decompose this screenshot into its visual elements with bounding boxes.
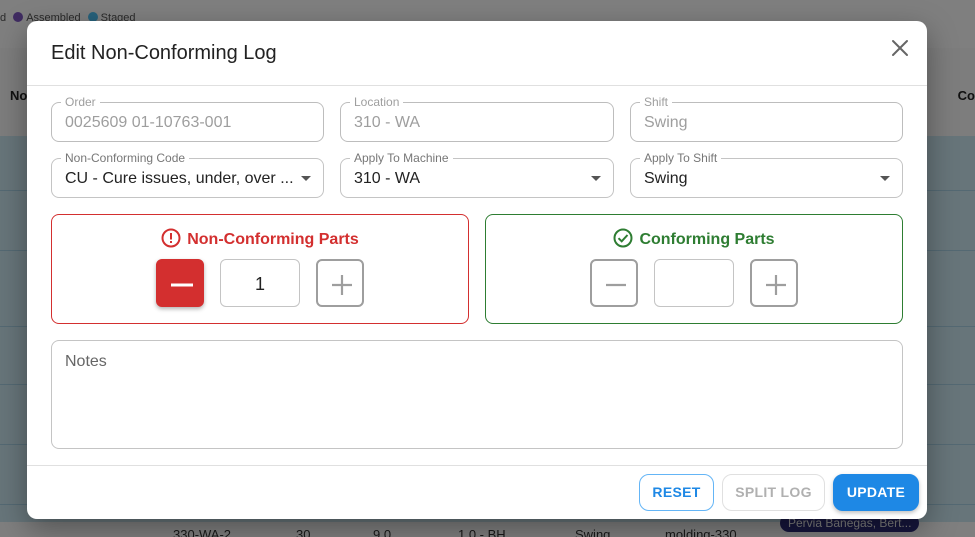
- apply-to-machine-select[interactable]: Apply To Machine 310 - WA: [340, 151, 614, 198]
- plus-icon: [766, 275, 786, 295]
- non-conforming-parts-heading: Non-Conforming Parts: [52, 228, 468, 249]
- minus-icon: [171, 283, 193, 287]
- order-field: Order 0025609 01-10763-001: [51, 95, 324, 142]
- apply-machine-label: Apply To Machine: [350, 151, 453, 165]
- nc-count-input[interactable]: 1: [220, 259, 300, 307]
- shift-label: Shift: [640, 95, 673, 109]
- reset-button[interactable]: RESET: [639, 474, 714, 511]
- c-count-input[interactable]: [654, 259, 734, 307]
- nc-decrement-button[interactable]: [156, 259, 204, 307]
- apply-shift-label: Apply To Shift: [640, 151, 722, 165]
- nc-increment-button[interactable]: [316, 259, 364, 307]
- nc-code-label: Non-Conforming Code: [61, 151, 190, 165]
- order-value: 0025609 01-10763-001: [65, 114, 232, 131]
- order-label: Order: [61, 95, 100, 109]
- update-button[interactable]: UPDATE: [833, 474, 919, 511]
- check-circle-icon: [613, 228, 633, 248]
- chevron-down-icon: [591, 176, 601, 181]
- plus-icon: [332, 275, 352, 295]
- non-conforming-code-select[interactable]: Non-Conforming Code CU - Cure issues, un…: [51, 151, 324, 198]
- apply-shift-value: Swing: [644, 170, 688, 187]
- location-label: Location: [350, 95, 404, 109]
- shift-value: Swing: [644, 114, 688, 131]
- alert-circle-icon: [161, 228, 181, 248]
- header-divider: [27, 85, 927, 86]
- apply-to-shift-select[interactable]: Apply To Shift Swing: [630, 151, 903, 198]
- minus-icon: [606, 283, 626, 287]
- conforming-title: Conforming Parts: [639, 231, 775, 248]
- c-decrement-button[interactable]: [590, 259, 638, 307]
- notes-textarea[interactable]: Notes: [51, 340, 903, 449]
- footer-divider: [27, 465, 927, 466]
- edit-non-conforming-dialog: Edit Non-Conforming Log Order 0025609 01…: [27, 21, 927, 519]
- c-increment-button[interactable]: [750, 259, 798, 307]
- notes-placeholder: Notes: [65, 353, 107, 370]
- chevron-down-icon: [880, 176, 890, 181]
- shift-field: Shift Swing: [630, 95, 903, 142]
- non-conforming-parts-panel: Non-Conforming Parts 1: [51, 214, 469, 324]
- apply-machine-value: 310 - WA: [354, 170, 421, 187]
- nc-code-value: CU - Cure issues, under, over ...: [65, 170, 293, 187]
- location-field: Location 310 - WA: [340, 95, 614, 142]
- conforming-parts-panel: Conforming Parts: [485, 214, 903, 324]
- conforming-parts-heading: Conforming Parts: [486, 228, 902, 249]
- split-log-button[interactable]: SPLIT LOG: [722, 474, 825, 511]
- non-conforming-title: Non-Conforming Parts: [187, 231, 359, 248]
- close-icon[interactable]: [889, 37, 911, 59]
- dialog-title: Edit Non-Conforming Log: [51, 42, 277, 64]
- chevron-down-icon: [301, 176, 311, 181]
- location-value: 310 - WA: [354, 114, 421, 131]
